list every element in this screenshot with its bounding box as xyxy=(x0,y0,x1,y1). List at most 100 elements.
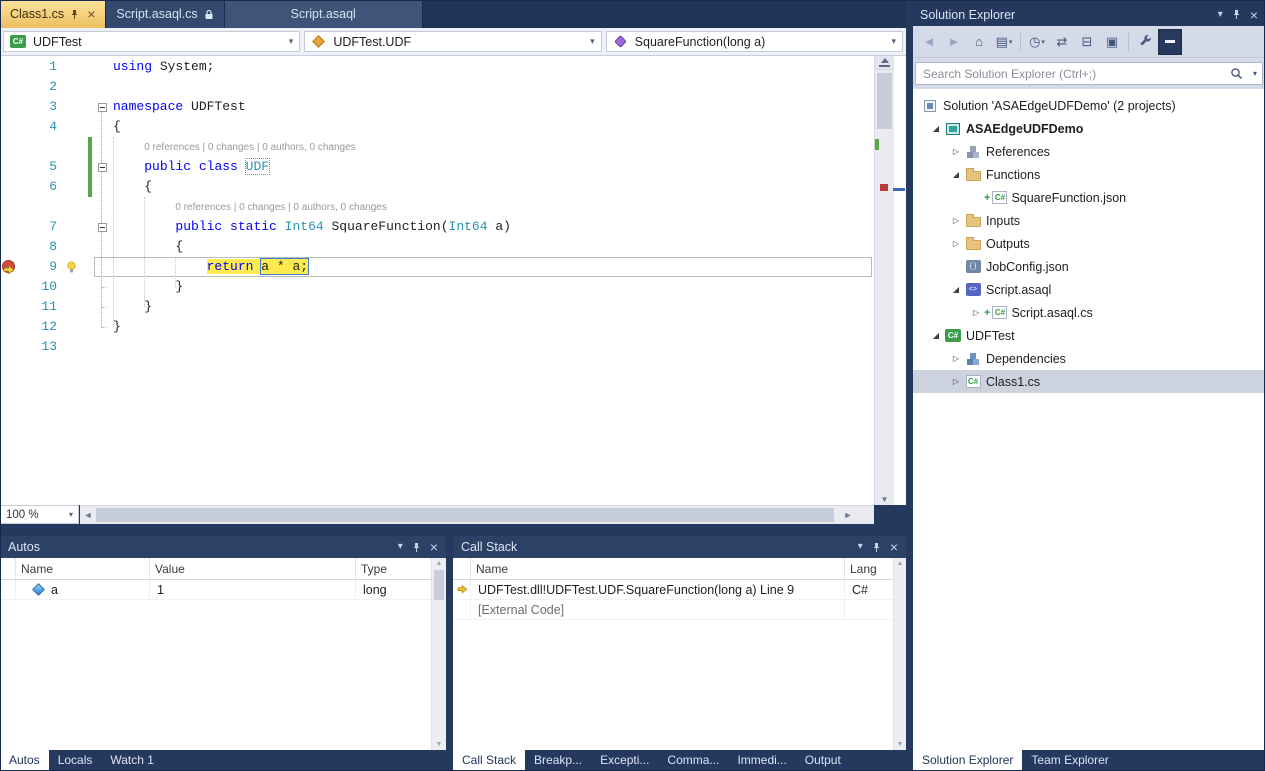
scroll-right-icon[interactable]: ► xyxy=(840,506,856,524)
scroll-down-icon[interactable]: ▼ xyxy=(432,741,446,748)
sync-with-active-document-button[interactable]: ⇄ xyxy=(1050,29,1074,55)
tree-item-dependencies[interactable]: ▷Dependencies xyxy=(913,347,1265,370)
code-editor[interactable]: 1using System;23namespace UDFTest4{0 ref… xyxy=(0,56,874,505)
fold-margin[interactable] xyxy=(94,57,110,77)
fold-margin[interactable] xyxy=(94,77,110,97)
chevron-collapsed-icon[interactable]: ▷ xyxy=(948,377,964,386)
close-icon[interactable]: × xyxy=(87,7,95,21)
tree-item-inputs[interactable]: ▷Inputs xyxy=(913,209,1265,232)
callstack-frame[interactable]: [External Code] xyxy=(453,600,906,620)
breakpoint-margin[interactable] xyxy=(0,237,18,257)
document-tab-class1-cs[interactable]: Class1.cs× xyxy=(0,0,106,28)
search-icon[interactable] xyxy=(1230,67,1243,83)
chevron-expanded-icon[interactable]: ◢ xyxy=(948,285,964,294)
fold-margin[interactable] xyxy=(94,157,110,177)
breakpoint-margin[interactable] xyxy=(0,157,18,177)
code-content[interactable]: using System; xyxy=(110,57,874,77)
search-input[interactable] xyxy=(915,62,1263,85)
breakpoint-margin[interactable] xyxy=(0,317,18,337)
pending-changes-filter-button[interactable]: ◷▾ xyxy=(1025,29,1049,55)
code-content[interactable]: public static Int64 SquareFunction(Int64… xyxy=(110,217,874,237)
column-header-name[interactable]: Name xyxy=(16,558,150,579)
breakpoint-margin[interactable] xyxy=(0,97,18,117)
chevron-expanded-icon[interactable]: ◢ xyxy=(928,124,944,133)
breakpoint-margin[interactable] xyxy=(0,57,18,77)
autos-tab-locals[interactable]: Locals xyxy=(49,750,102,771)
scroll-down-icon[interactable]: ▼ xyxy=(875,495,894,504)
window-position-icon[interactable]: ▾ xyxy=(398,542,403,552)
code-content[interactable]: 0 references | 0 changes | 0 authors, 0 … xyxy=(110,197,874,217)
fold-margin[interactable] xyxy=(94,257,110,277)
code-content[interactable] xyxy=(110,77,874,97)
callstack-tab-call-stack[interactable]: Call Stack xyxy=(453,750,525,771)
window-position-icon[interactable]: ▾ xyxy=(858,542,863,552)
navbar-member-dropdown[interactable]: SquareFunction(long a)▾ xyxy=(606,31,903,52)
document-tab-script-asaql[interactable]: Script.asaql xyxy=(225,0,423,28)
code-content[interactable]: { xyxy=(110,237,874,257)
scroll-up-icon[interactable]: ▲ xyxy=(432,560,446,567)
preview-selected-items-button[interactable] xyxy=(1158,29,1182,55)
fold-margin[interactable] xyxy=(94,177,110,197)
code-content[interactable]: 0 references | 0 changes | 0 authors, 0 … xyxy=(110,137,874,157)
switch-views-button[interactable]: ▤▾ xyxy=(992,29,1016,55)
navbar-project-dropdown[interactable]: C#UDFTest▾ xyxy=(3,31,300,52)
breakpoint-margin[interactable] xyxy=(0,117,18,137)
breakpoint-margin[interactable] xyxy=(0,137,18,157)
fold-margin[interactable] xyxy=(94,237,110,257)
collapse-toggle-icon[interactable] xyxy=(98,163,107,172)
scrollbar-thumb[interactable] xyxy=(96,508,834,522)
collapse-all-button[interactable]: ⊟ xyxy=(1075,29,1099,55)
callstack-tab-comma[interactable]: Comma... xyxy=(658,750,728,771)
tree-item-udftest[interactable]: ◢C#UDFTest xyxy=(913,324,1265,347)
chevron-collapsed-icon[interactable]: ▷ xyxy=(948,147,964,156)
pin-icon[interactable] xyxy=(70,9,79,20)
autos-tab-watch-1[interactable]: Watch 1 xyxy=(101,750,163,771)
scrollbar-thumb[interactable] xyxy=(434,570,444,600)
code-content[interactable]: public class UDF xyxy=(110,157,874,177)
scroll-down-icon[interactable]: ▼ xyxy=(894,741,906,748)
collapse-toggle-icon[interactable] xyxy=(98,103,107,112)
breakpoint-margin[interactable] xyxy=(0,297,18,317)
tree-item-class1-cs[interactable]: ▷C#Class1.cs xyxy=(913,370,1265,393)
show-all-files-button[interactable]: ▣ xyxy=(1100,29,1124,55)
tree-item-references[interactable]: ▷References xyxy=(913,140,1265,163)
fold-margin[interactable] xyxy=(94,117,110,137)
code-content[interactable]: return a * a; xyxy=(110,257,874,277)
close-icon[interactable]: × xyxy=(890,540,898,554)
code-content[interactable]: } xyxy=(110,297,874,317)
pin-icon[interactable] xyxy=(412,542,421,553)
fold-margin[interactable] xyxy=(94,197,110,217)
scrollbar-thumb[interactable] xyxy=(877,73,892,129)
editor-horizontal-scrollbar[interactable]: ◄ ► xyxy=(80,505,874,524)
chevron-expanded-icon[interactable]: ◢ xyxy=(928,331,944,340)
code-content[interactable]: } xyxy=(110,317,874,337)
properties-button[interactable] xyxy=(1133,29,1157,55)
tree-item-squarefunction-json[interactable]: +C#SquareFunction.json xyxy=(913,186,1265,209)
window-position-icon[interactable]: ▾ xyxy=(1218,10,1223,20)
callstack-tab-output[interactable]: Output xyxy=(796,750,850,771)
chevron-expanded-icon[interactable]: ◢ xyxy=(948,170,964,179)
fold-margin[interactable] xyxy=(94,217,110,237)
chevron-collapsed-icon[interactable]: ▷ xyxy=(948,239,964,248)
scroll-left-icon[interactable]: ◄ xyxy=(80,506,96,524)
editor-vertical-scrollbar[interactable]: ▼ xyxy=(874,56,894,505)
callstack-scrollbar[interactable]: ▲ ▼ xyxy=(893,558,906,750)
fold-margin[interactable] xyxy=(94,337,110,357)
code-content[interactable]: { xyxy=(110,177,874,197)
chevron-collapsed-icon[interactable]: ▷ xyxy=(948,216,964,225)
breakpoint-margin[interactable] xyxy=(0,197,18,217)
autos-tab-autos[interactable]: Autos xyxy=(0,750,49,771)
tree-item-outputs[interactable]: ▷Outputs xyxy=(913,232,1265,255)
breakpoint-margin[interactable] xyxy=(0,277,18,297)
autos-row[interactable]: a1long xyxy=(0,580,446,600)
chevron-down-icon[interactable]: ▾ xyxy=(1253,69,1257,78)
breakpoint-margin[interactable] xyxy=(0,177,18,197)
fold-margin[interactable] xyxy=(94,97,110,117)
scroll-up-icon[interactable]: ▲ xyxy=(894,560,906,567)
callstack-tab-breakp[interactable]: Breakp... xyxy=(525,750,591,771)
tree-item-script-asaql-cs[interactable]: ▷+C#Script.asaql.cs xyxy=(913,301,1265,324)
callstack-tab-immedi[interactable]: Immedi... xyxy=(728,750,795,771)
breakpoint-margin[interactable] xyxy=(0,257,18,277)
splitter-handle[interactable] xyxy=(875,56,894,70)
collapse-toggle-icon[interactable] xyxy=(98,223,107,232)
